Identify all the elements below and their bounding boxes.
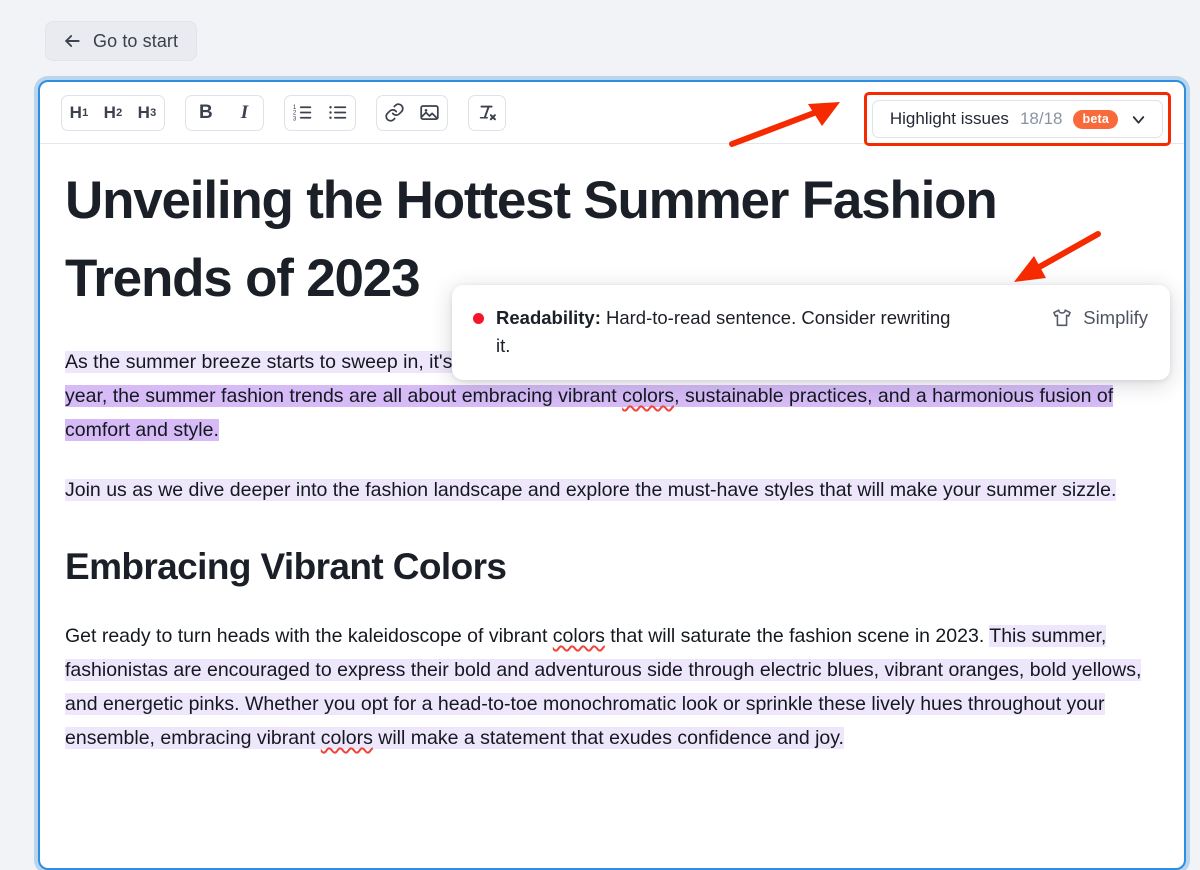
highlight-issues-annotation-box: Highlight issues 18/18 beta (864, 92, 1171, 146)
h2-sub: 2 (116, 107, 122, 119)
link-button[interactable] (377, 96, 412, 130)
bullet-list-button[interactable] (320, 96, 355, 130)
paragraph-3: Get ready to turn heads with the kaleido… (65, 619, 1160, 755)
toolbar-group-clear (468, 95, 506, 131)
section-heading: Embracing Vibrant Colors (65, 543, 1160, 591)
arrow-left-icon (62, 31, 82, 51)
go-to-start-label: Go to start (93, 31, 178, 52)
italic-button[interactable]: I (226, 96, 263, 130)
bold-button[interactable]: B (186, 96, 226, 130)
beta-badge: beta (1073, 110, 1118, 129)
ordered-list-icon: 1 2 3 (292, 102, 313, 123)
link-icon (384, 102, 405, 123)
p2-text: Join us as we dive deeper into the fashi… (65, 479, 1116, 501)
chevron-down-icon (1129, 110, 1148, 129)
top-bar: Go to start (0, 0, 1200, 82)
clear-formatting-icon (476, 102, 498, 124)
h1-label: H (70, 103, 82, 123)
heading-3-button[interactable]: H3 (130, 96, 164, 130)
tshirt-icon (1051, 307, 1073, 329)
simplify-label: Simplify (1083, 307, 1148, 329)
severity-dot-icon (473, 313, 484, 324)
bullet-list-icon (327, 102, 348, 123)
p3-spell-word-1[interactable]: colors (553, 625, 605, 647)
p3-segment-b: that will saturate the fashion scene in … (605, 625, 989, 647)
toolbar-group-lists: 1 2 3 (284, 95, 356, 131)
document-content[interactable]: Unveiling the Hottest Summer Fashion Tre… (40, 144, 1184, 755)
p3-segment-e: will make a statement that exudes confid… (373, 727, 844, 749)
tooltip-issue-type: Readability: (496, 307, 601, 328)
ordered-list-button[interactable]: 1 2 3 (285, 96, 320, 130)
image-icon (419, 102, 440, 123)
p3-spell-word-2[interactable]: colors (321, 727, 373, 749)
highlight-issues-count: 18/18 (1020, 109, 1063, 129)
paragraph-2: Join us as we dive deeper into the fashi… (65, 473, 1160, 507)
editor-toolbar: H1 H2 H3 B I 1 2 3 (40, 82, 1184, 144)
tooltip-text: Readability: Hard-to-read sentence. Cons… (496, 304, 966, 360)
heading-2-button[interactable]: H2 (96, 96, 130, 130)
go-to-start-button[interactable]: Go to start (45, 21, 197, 61)
highlight-issues-dropdown[interactable]: Highlight issues 18/18 beta (872, 100, 1163, 138)
heading-1-button[interactable]: H1 (62, 96, 96, 130)
toolbar-group-inline-format: B I (185, 95, 264, 131)
image-button[interactable] (412, 96, 447, 130)
p1-spell-word-1[interactable]: colors (622, 385, 674, 407)
p3-segment-a: Get ready to turn heads with the kaleido… (65, 625, 553, 647)
h2-label: H (104, 103, 116, 123)
highlight-issues-label: Highlight issues (890, 109, 1009, 129)
editor-panel: H1 H2 H3 B I 1 2 3 (38, 80, 1186, 870)
clear-formatting-button[interactable] (469, 96, 505, 130)
svg-text:3: 3 (293, 115, 297, 122)
toolbar-group-insert (376, 95, 448, 131)
simplify-button[interactable]: Simplify (1051, 307, 1148, 329)
readability-tooltip: Readability: Hard-to-read sentence. Cons… (452, 285, 1170, 380)
toolbar-group-headings: H1 H2 H3 (61, 95, 165, 131)
h1-sub: 1 (82, 107, 88, 119)
h3-label: H (138, 103, 150, 123)
tooltip-message-group: Readability: Hard-to-read sentence. Cons… (473, 304, 966, 360)
h3-sub: 3 (150, 107, 156, 119)
